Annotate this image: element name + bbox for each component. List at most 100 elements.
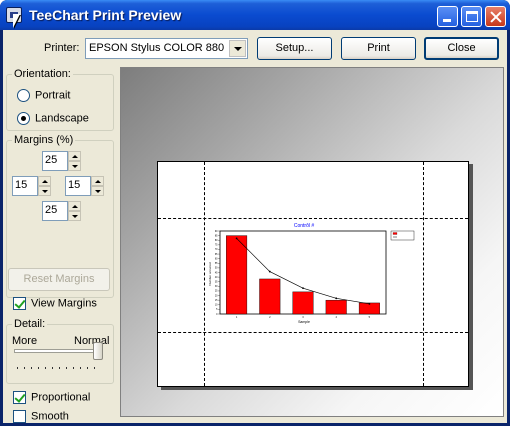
margin-bottom-stepper[interactable]: 25 xyxy=(42,201,82,221)
y-tick-label: 0 xyxy=(216,313,218,316)
margin-left-value[interactable]: 15 xyxy=(12,176,38,196)
smooth-checkbox[interactable]: Smooth xyxy=(13,410,69,424)
setup-button[interactable]: Setup... xyxy=(257,37,332,60)
x-tick-label: 4 xyxy=(335,315,337,319)
y-tick-label: 5 xyxy=(216,308,218,311)
mouse-cursor-icon xyxy=(13,14,20,28)
detail-normal-label: Normal xyxy=(74,335,110,347)
series-point xyxy=(368,302,371,305)
bar xyxy=(259,278,281,315)
close-button[interactable]: Close xyxy=(424,37,499,60)
landscape-label: Landscape xyxy=(35,112,89,125)
minimize-button[interactable] xyxy=(437,6,458,27)
detail-title: Detail: xyxy=(12,318,48,330)
y-tick-label: 65 xyxy=(215,253,218,256)
orientation-title: Orientation: xyxy=(12,68,73,80)
y-tick-label: 30 xyxy=(215,285,218,288)
y-tick-label: 25 xyxy=(215,290,218,293)
chevron-down-icon[interactable] xyxy=(229,40,246,57)
landscape-radio[interactable]: Landscape xyxy=(17,112,89,126)
y-tick-label: 90 xyxy=(215,230,218,233)
printer-label: Printer: xyxy=(44,42,80,54)
stepper-down-icon[interactable] xyxy=(91,186,104,196)
y-tick-label: 80 xyxy=(215,239,218,242)
detail-slider-thumb[interactable] xyxy=(93,342,103,360)
stepper-down-icon[interactable] xyxy=(38,186,51,196)
margin-right-stepper[interactable]: 15 xyxy=(65,176,105,196)
printer-select[interactable]: EPSON Stylus COLOR 880 xyxy=(85,38,248,59)
smooth-label: Smooth xyxy=(31,410,69,423)
stepper-down-icon[interactable] xyxy=(68,161,81,171)
margins-title: Margins (%) xyxy=(12,134,76,146)
preview-area[interactable]: Contrôl # Number occurred Sample 0 5 10 15 2… xyxy=(120,67,504,417)
detail-more-label: More xyxy=(12,335,38,347)
print-button[interactable]: Print xyxy=(341,37,416,60)
detail-slider-track[interactable] xyxy=(14,349,100,353)
y-tick-label: 70 xyxy=(215,248,218,251)
stepper-down-icon[interactable] xyxy=(68,211,81,221)
checkmark-icon[interactable] xyxy=(13,297,26,310)
checkbox-icon[interactable] xyxy=(13,410,26,423)
dialog-body: Printer: EPSON Stylus COLOR 880 Setup...… xyxy=(3,30,507,423)
legend-box xyxy=(390,230,415,241)
series-point xyxy=(235,237,238,240)
x-tick-label: 1 xyxy=(236,315,238,319)
bar xyxy=(325,299,347,315)
y-tick-label: 60 xyxy=(215,257,218,260)
detail-group: Detail: More Normal xyxy=(6,318,114,384)
window-title: TeeChart Print Preview xyxy=(29,7,182,23)
printer-select-value: EPSON Stylus COLOR 880 xyxy=(89,42,225,54)
title-bar[interactable]: TeeChart Print Preview xyxy=(0,0,510,30)
stepper-up-icon[interactable] xyxy=(38,176,51,186)
y-tick-label: 20 xyxy=(215,294,218,297)
legend-swatch-bar xyxy=(392,232,398,235)
y-tick-label: 85 xyxy=(215,234,218,237)
chart-xlabel: Sample xyxy=(298,320,310,324)
stepper-up-icon[interactable] xyxy=(68,201,81,211)
bar xyxy=(226,235,248,315)
chart-title: Contrôl # xyxy=(294,223,315,229)
maximize-icon xyxy=(466,11,478,22)
chart: Contrôl # Number occurred Sample 0510152… xyxy=(208,223,415,324)
y-tick-label: 55 xyxy=(215,262,218,265)
proportional-label: Proportional xyxy=(31,391,91,404)
margin-left-stepper[interactable]: 15 xyxy=(12,176,52,196)
stepper-up-icon[interactable] xyxy=(68,151,81,161)
y-tick-label: 15 xyxy=(215,299,218,302)
print-preview-window: TeeChart Print Preview Printer: EPSON St… xyxy=(0,0,510,426)
series-point xyxy=(302,287,304,290)
portrait-label: Portrait xyxy=(35,89,71,102)
y-tick-label: 40 xyxy=(215,276,218,279)
y-tick-label: 75 xyxy=(215,244,218,247)
x-tick-label: 5 xyxy=(369,315,371,319)
reset-margins-button[interactable]: Reset Margins xyxy=(8,268,110,291)
series-point xyxy=(335,297,338,300)
x-tick-label: 2 xyxy=(269,315,271,319)
margin-right-value[interactable]: 15 xyxy=(65,176,91,196)
view-margins-checkbox[interactable]: View Margins xyxy=(13,297,97,311)
checkmark-icon[interactable] xyxy=(13,391,26,404)
y-tick-label: 35 xyxy=(215,281,218,284)
portrait-radio-icon[interactable] xyxy=(17,89,30,102)
view-margins-label: View Margins xyxy=(31,297,97,310)
margin-bottom-value[interactable]: 25 xyxy=(42,201,68,221)
bar xyxy=(292,291,314,315)
margin-top-value[interactable]: 25 xyxy=(42,151,68,171)
x-tick-label: 3 xyxy=(302,315,304,319)
minimize-icon xyxy=(443,19,451,22)
orientation-group: Orientation: Portrait Landscape xyxy=(6,68,114,131)
settings-panel: Orientation: Portrait Landscape Margins … xyxy=(3,67,116,423)
y-tick-label: 10 xyxy=(215,304,218,307)
maximize-button[interactable] xyxy=(461,6,482,27)
stepper-up-icon[interactable] xyxy=(91,176,104,186)
proportional-checkbox[interactable]: Proportional xyxy=(13,391,90,405)
slider-ticks xyxy=(17,367,101,369)
landscape-radio-icon[interactable] xyxy=(17,112,30,125)
preview-page[interactable]: Contrôl # Number occurred Sample 0 5 10 15 2… xyxy=(157,161,469,387)
series-point xyxy=(268,270,271,273)
y-tick-label: 50 xyxy=(215,267,218,270)
margin-top-stepper[interactable]: 25 xyxy=(42,151,82,171)
portrait-radio[interactable]: Portrait xyxy=(17,89,70,103)
chart-ylabel: Number occurred xyxy=(208,262,212,286)
close-window-button[interactable] xyxy=(485,6,506,27)
